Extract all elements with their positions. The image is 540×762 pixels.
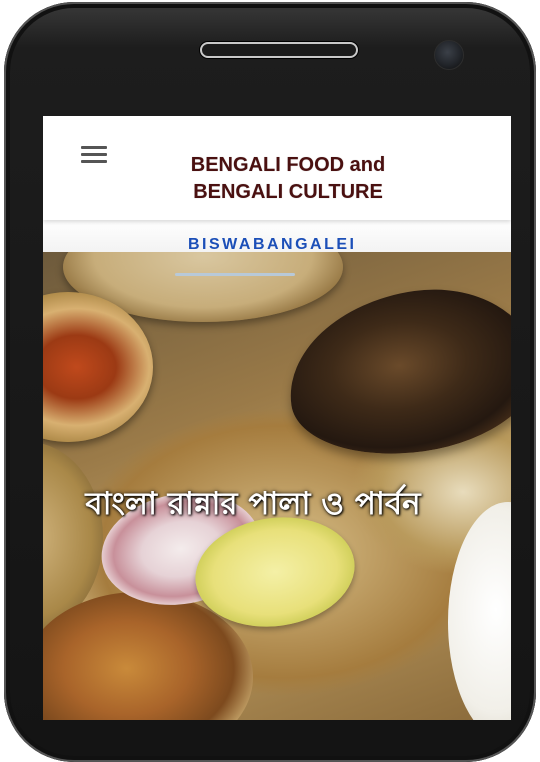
- brand-link[interactable]: BISWABANGALEI: [188, 236, 357, 254]
- phone-screen: BENGALI FOOD and BENGALI CULTURE BISWABA…: [43, 116, 511, 720]
- hamburger-menu-icon[interactable]: [81, 146, 107, 166]
- menu-bar: [81, 160, 107, 163]
- site-header: BENGALI FOOD and BENGALI CULTURE: [43, 116, 511, 220]
- menu-bar: [81, 146, 107, 149]
- hero-image: বাংলা রান্নার পালা ও পার্বন: [43, 252, 511, 720]
- hero-caption: বাংলা রান্নার পালা ও পার্বন: [85, 486, 421, 522]
- site-title[interactable]: BENGALI FOOD and BENGALI CULTURE: [133, 152, 443, 206]
- site-title-line-1: BENGALI FOOD and: [190, 154, 386, 176]
- rice-image: [448, 502, 511, 720]
- fried-eggplant-image: [278, 275, 511, 469]
- menu-bar: [81, 153, 107, 156]
- brand-underline: [175, 273, 295, 276]
- phone-speaker: [200, 42, 358, 58]
- site-title-line-2: BENGALI CULTURE: [193, 181, 383, 203]
- phone-camera-icon: [434, 40, 464, 70]
